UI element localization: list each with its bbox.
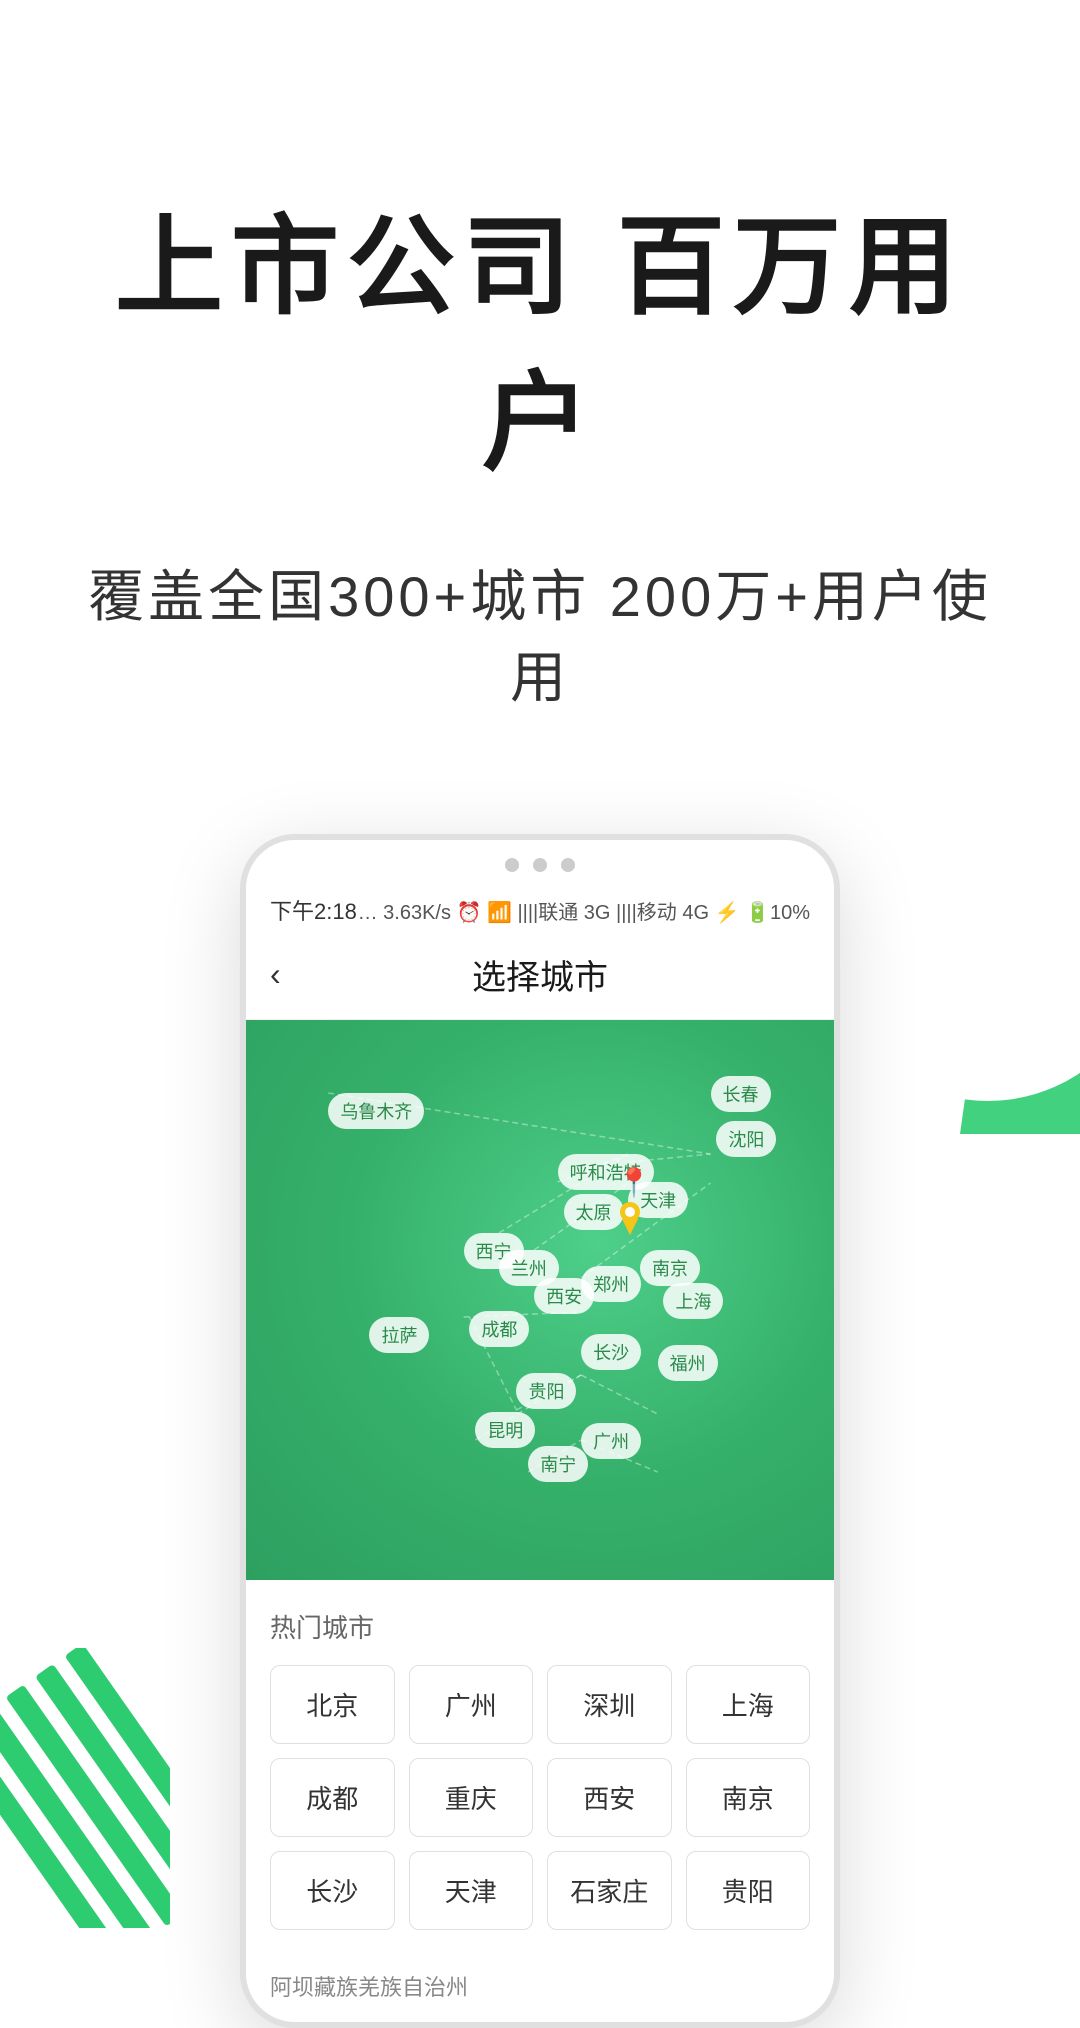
city-button[interactable]: 广州 bbox=[409, 1665, 534, 1744]
map-city-label[interactable]: 长沙 bbox=[581, 1334, 641, 1370]
city-button[interactable]: 北京 bbox=[270, 1665, 395, 1744]
page-title: 选择城市 bbox=[472, 950, 608, 999]
city-button[interactable]: 长沙 bbox=[270, 1851, 395, 1930]
bottom-region-text: 阿坝藏族羌族自治州 bbox=[246, 1954, 834, 2022]
main-title: 上市公司 百万用户 bbox=[80, 180, 1000, 492]
map-city-label[interactable]: 昆明 bbox=[475, 1412, 535, 1448]
dot-2 bbox=[533, 858, 547, 872]
status-bar: 下午2:18 … 3.63K/s ⏰ 📶 ||||联通 3G ||||移动 4G… bbox=[246, 886, 834, 934]
map-location-pin[interactable] bbox=[616, 1166, 644, 1202]
hot-cities-title: 热门城市 bbox=[270, 1608, 810, 1645]
phone-top bbox=[246, 840, 834, 886]
map-city-label[interactable]: 南宁 bbox=[528, 1446, 588, 1482]
city-button[interactable]: 成都 bbox=[270, 1758, 395, 1837]
map-city-label[interactable]: 上海 bbox=[663, 1283, 723, 1319]
status-info: … 3.63K/s ⏰ 📶 ||||联通 3G ||||移动 4G ⚡ 🔋10% bbox=[358, 896, 810, 925]
city-button[interactable]: 贵阳 bbox=[686, 1851, 811, 1930]
stripe-decoration bbox=[0, 1648, 170, 1928]
map-city-label[interactable]: 郑州 bbox=[581, 1266, 641, 1302]
back-button[interactable]: ‹ bbox=[270, 956, 281, 993]
city-button[interactable]: 南京 bbox=[686, 1758, 811, 1837]
dot-3 bbox=[561, 858, 575, 872]
city-button[interactable]: 上海 bbox=[686, 1665, 811, 1744]
city-button[interactable]: 石家庄 bbox=[547, 1851, 672, 1930]
phone-mockup: 下午2:18 … 3.63K/s ⏰ 📶 ||||联通 3G ||||移动 4G… bbox=[240, 834, 840, 2028]
hot-cities-section: 热门城市 北京广州深圳上海成都重庆西安南京长沙天津石家庄贵阳 bbox=[246, 1580, 834, 1954]
map-city-label[interactable]: 广州 bbox=[581, 1423, 641, 1459]
city-button[interactable]: 重庆 bbox=[409, 1758, 534, 1837]
map-city-label[interactable]: 乌鲁木齐 bbox=[328, 1093, 424, 1129]
sub-title: 覆盖全国300+城市 200万+用户使用 bbox=[80, 552, 1000, 714]
map-city-label[interactable]: 太原 bbox=[564, 1194, 624, 1230]
map-city-label[interactable]: 南京 bbox=[640, 1250, 700, 1286]
map-city-label[interactable]: 拉萨 bbox=[369, 1317, 429, 1353]
city-button[interactable]: 西安 bbox=[547, 1758, 672, 1837]
map-city-label[interactable]: 长春 bbox=[711, 1076, 771, 1112]
map-city-label[interactable]: 沈阳 bbox=[716, 1121, 776, 1157]
phone-dots bbox=[505, 858, 575, 886]
map-city-label[interactable]: 贵阳 bbox=[516, 1373, 576, 1409]
map-city-label[interactable]: 成都 bbox=[469, 1311, 529, 1347]
status-time: 下午2:18 bbox=[270, 894, 357, 926]
cities-grid: 北京广州深圳上海成都重庆西安南京长沙天津石家庄贵阳 bbox=[270, 1665, 810, 1930]
dot-1 bbox=[505, 858, 519, 872]
city-button[interactable]: 天津 bbox=[409, 1851, 534, 1930]
green-arc-decoration bbox=[860, 834, 1080, 1134]
app-header: ‹ 选择城市 bbox=[246, 934, 834, 1020]
map-area[interactable]: .route { stroke: rgba(255,255,255,0.4); … bbox=[246, 1020, 834, 1580]
map-city-label[interactable]: 福州 bbox=[658, 1345, 718, 1381]
city-button[interactable]: 深圳 bbox=[547, 1665, 672, 1744]
